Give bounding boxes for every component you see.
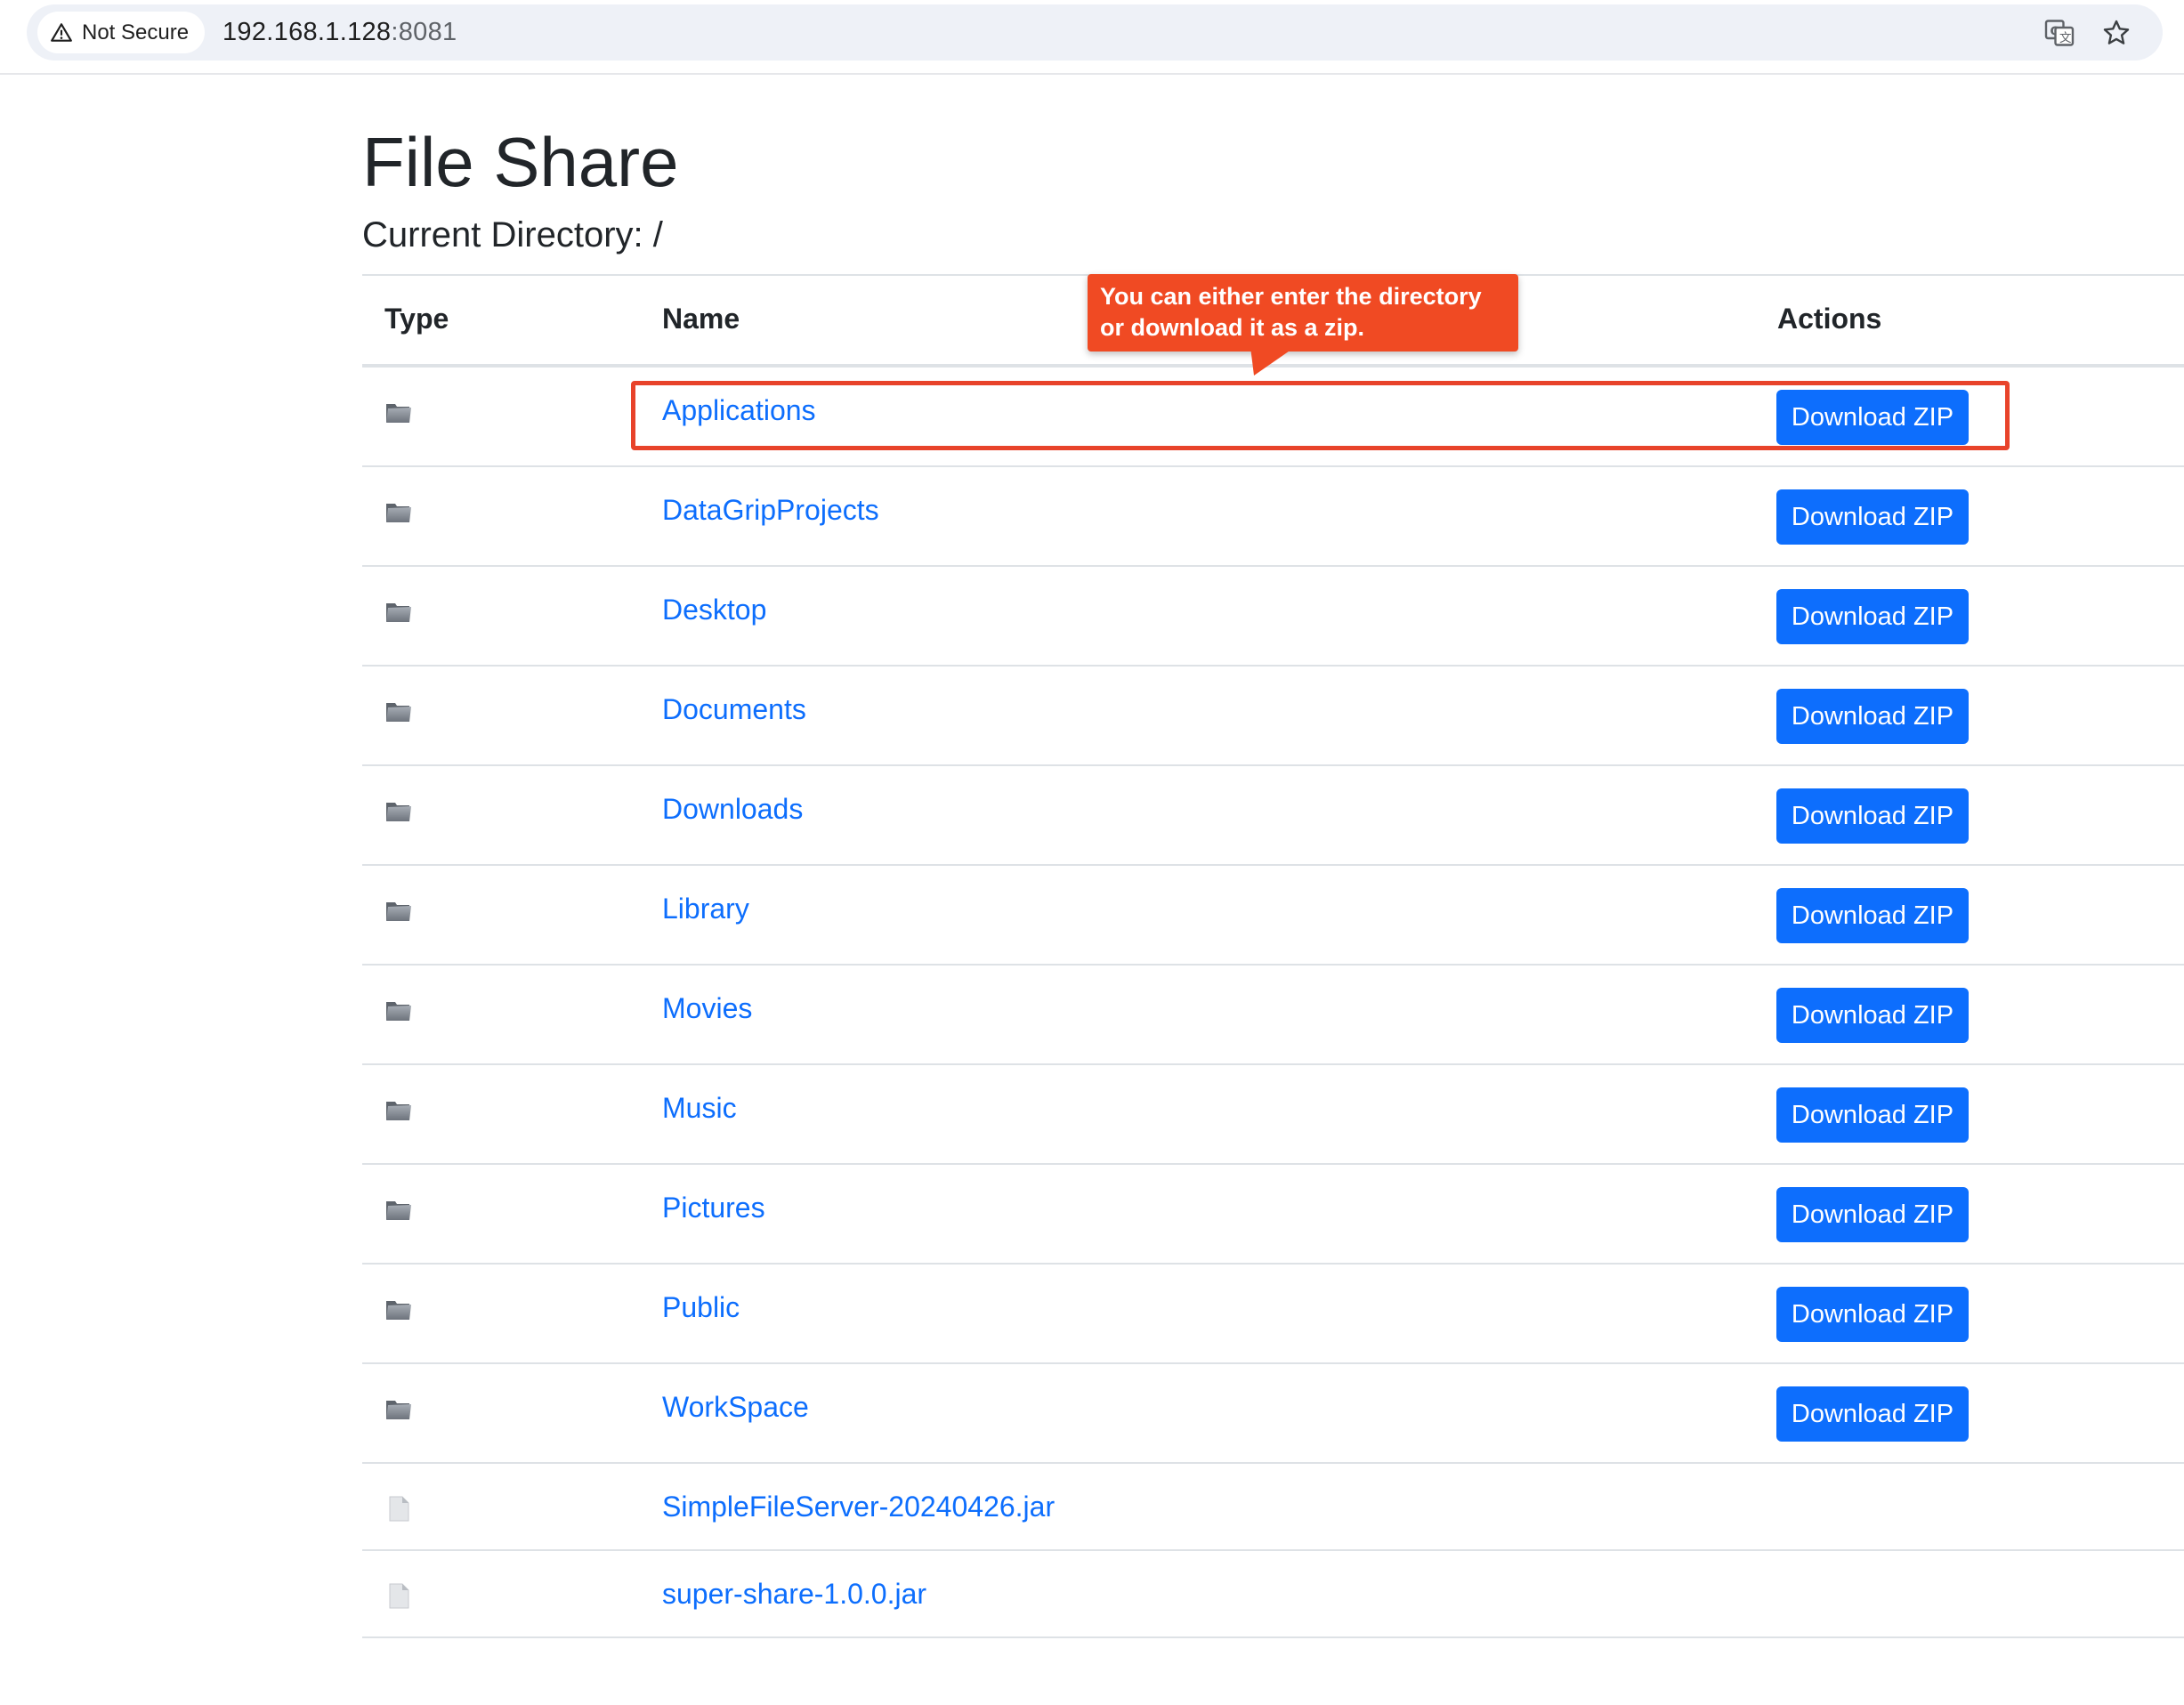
table-row: Movies Download ZIP [362, 966, 2184, 1065]
download-zip-button[interactable]: Download ZIP [1776, 988, 1969, 1043]
table-row: super-share-1.0.0.jar [362, 1551, 2184, 1638]
annotation-callout-pointer [1250, 347, 1295, 376]
table-body: Applications Download ZIP DataGripProjects… [362, 368, 2184, 1638]
url-text[interactable]: 192.168.1.128:8081 [222, 18, 457, 47]
directory-link[interactable]: Library [662, 893, 749, 925]
folder-icon [384, 897, 413, 924]
download-zip-button[interactable]: Download ZIP [1776, 489, 1969, 545]
directory-link[interactable]: DataGripProjects [662, 494, 879, 527]
table-row: Library Download ZIP [362, 866, 2184, 966]
url-host: 192.168.1.128 [222, 18, 392, 46]
table-row: Downloads Download ZIP [362, 766, 2184, 866]
folder-icon [384, 1196, 413, 1223]
directory-link[interactable]: Downloads [662, 793, 803, 826]
folder-icon [384, 797, 413, 824]
download-zip-button[interactable]: Download ZIP [1776, 689, 1969, 744]
folder-icon [384, 997, 413, 1023]
folder-icon [384, 1296, 413, 1322]
header-actions: Actions [1777, 303, 1882, 335]
file-table: Type Name Actions Applications Download Z… [362, 274, 2184, 1638]
download-zip-button[interactable]: Download ZIP [1776, 788, 1969, 844]
directory-link[interactable]: Movies [662, 992, 752, 1025]
header-name: Name [662, 303, 740, 335]
address-bar[interactable]: Not Secure 192.168.1.128:8081 G 文 [27, 4, 2163, 61]
download-zip-button[interactable]: Download ZIP [1776, 589, 1969, 644]
current-directory: Current Directory: / [362, 215, 663, 255]
download-zip-button[interactable]: Download ZIP [1776, 1187, 1969, 1242]
file-link[interactable]: SimpleFileServer-20240426.jar [662, 1491, 1055, 1523]
directory-link[interactable]: Desktop [662, 594, 766, 626]
table-row: Pictures Download ZIP [362, 1165, 2184, 1265]
file-icon [384, 1495, 413, 1522]
download-zip-button[interactable]: Download ZIP [1776, 1287, 1969, 1342]
table-row: Documents Download ZIP [362, 667, 2184, 766]
table-row: Desktop Download ZIP [362, 567, 2184, 667]
warning-icon [51, 22, 72, 42]
file-icon [384, 1582, 413, 1609]
table-row: Music Download ZIP [362, 1065, 2184, 1165]
table-row: DataGripProjects Download ZIP [362, 467, 2184, 567]
download-zip-button[interactable]: Download ZIP [1776, 888, 1969, 943]
folder-icon [384, 399, 413, 425]
file-link[interactable]: super-share-1.0.0.jar [662, 1578, 926, 1611]
directory-link[interactable]: Documents [662, 693, 806, 726]
browser-toolbar: Not Secure 192.168.1.128:8081 G 文 [0, 0, 2184, 75]
annotation-highlight-box [631, 381, 2010, 450]
table-row: WorkSpace Download ZIP [362, 1364, 2184, 1464]
download-zip-button[interactable]: Download ZIP [1776, 1386, 1969, 1442]
translate-icon[interactable]: G 文 [2043, 17, 2075, 49]
folder-icon [384, 698, 413, 724]
annotation-callout: You can either enter the directory or do… [1088, 274, 1518, 352]
security-label: Not Secure [82, 20, 190, 44]
folder-icon [384, 498, 413, 525]
table-row: SimpleFileServer-20240426.jar [362, 1464, 2184, 1551]
bookmark-star-icon[interactable] [2100, 17, 2132, 49]
folder-icon [384, 1096, 413, 1123]
header-type: Type [384, 303, 449, 335]
directory-link[interactable]: WorkSpace [662, 1391, 809, 1424]
current-directory-path: / [652, 215, 663, 255]
folder-icon [384, 1395, 413, 1422]
page-title: File Share [362, 123, 679, 201]
download-zip-button[interactable]: Download ZIP [1776, 1087, 1969, 1143]
security-indicator[interactable]: Not Secure [37, 12, 206, 53]
svg-text:文: 文 [2059, 31, 2072, 45]
table-row: Public Download ZIP [362, 1265, 2184, 1364]
directory-link[interactable]: Public [662, 1291, 740, 1324]
folder-icon [384, 598, 413, 625]
directory-link[interactable]: Music [662, 1092, 737, 1125]
current-directory-label: Current Directory: [362, 215, 643, 255]
directory-link[interactable]: Pictures [662, 1192, 765, 1224]
url-port: :8081 [391, 18, 457, 46]
